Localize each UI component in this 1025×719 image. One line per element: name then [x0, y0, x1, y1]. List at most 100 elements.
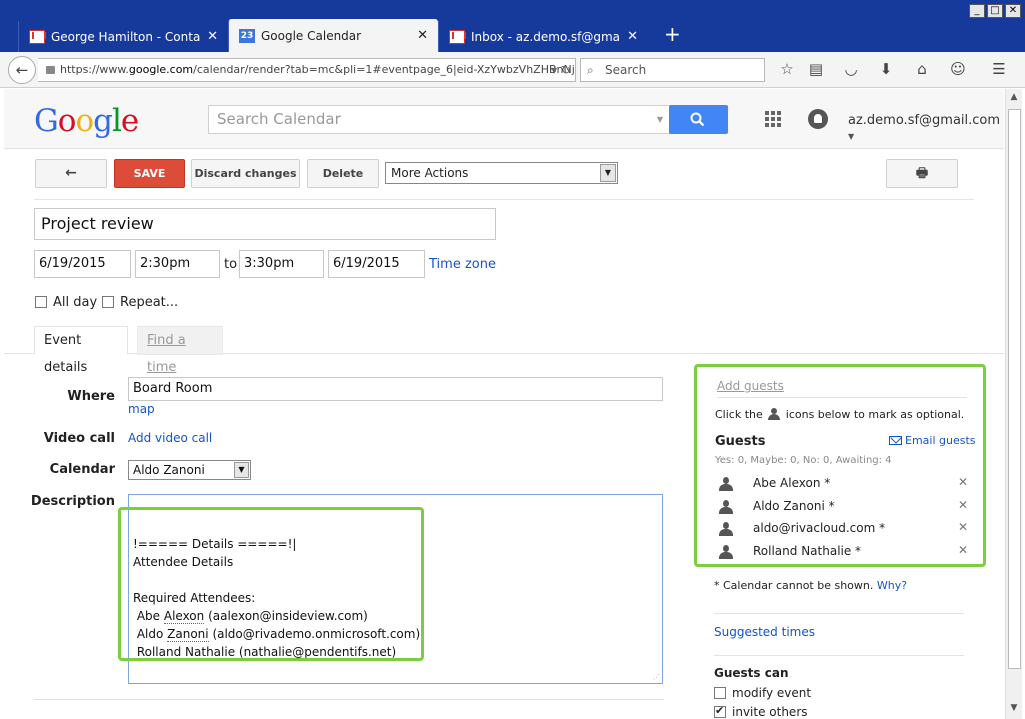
browser-tab-calendar[interactable]: 23 Google Calendar ✕	[228, 19, 438, 52]
start-time-input[interactable]: 2:30pm	[135, 250, 220, 278]
to-label: to	[224, 257, 238, 272]
tab-event-details[interactable]: Event details	[34, 326, 128, 375]
envelope-icon	[889, 436, 902, 445]
search-calendar-input[interactable]: Search Calendar ▼	[208, 105, 670, 134]
guest-row: Aldo Zanoni * ✕	[715, 497, 970, 517]
maximize-button[interactable]: □	[987, 4, 1003, 18]
search-button[interactable]	[669, 105, 728, 134]
map-link[interactable]: map	[128, 402, 155, 416]
close-tab-icon[interactable]: ✕	[417, 28, 428, 43]
invite-others-label: invite others	[732, 705, 808, 719]
calendar-note-text: * Calendar cannot be shown.	[714, 579, 874, 592]
person-icon[interactable]	[719, 522, 733, 536]
remove-guest-icon[interactable]: ✕	[958, 543, 968, 557]
guests-title: Guests	[715, 434, 766, 449]
where-input[interactable]: Board Room	[128, 377, 663, 401]
end-date-input[interactable]: 6/19/2015	[328, 250, 425, 278]
print-button[interactable]: 🖶	[886, 159, 958, 188]
email-guests-label: Email guests	[905, 434, 976, 447]
browser-tab-inbox[interactable]: Inbox - az.demo.sf@gmail.co... ✕	[438, 21, 648, 52]
repeat-label: Repeat...	[120, 295, 179, 310]
lock-icon	[46, 66, 55, 74]
where-label: Where	[67, 389, 115, 404]
delete-button[interactable]: Delete	[307, 159, 379, 188]
scroll-down-icon[interactable]: ▼	[1006, 700, 1022, 716]
checkbox-icon	[102, 296, 114, 308]
rsvp-stats: Yes: 0, Maybe: 0, No: 0, Awaiting: 4	[715, 455, 892, 466]
search-icon	[690, 112, 705, 127]
optional-hint-prefix: Click the	[715, 408, 763, 421]
account-menu[interactable]: az.demo.sf@gmail.com ▼	[848, 113, 1004, 143]
save-button[interactable]: SAVE	[114, 159, 185, 188]
person-icon[interactable]	[719, 545, 733, 559]
remove-guest-icon[interactable]: ✕	[958, 475, 968, 489]
browser-search-input[interactable]: ⌕ Search	[580, 58, 765, 82]
all-day-label: All day	[53, 295, 98, 310]
search-calendar-placeholder: Search Calendar	[217, 110, 341, 128]
browser-tab-contact[interactable]: George Hamilton - Contact M... ✕	[18, 21, 228, 52]
notifications-icon[interactable]	[808, 109, 828, 129]
person-icon[interactable]	[719, 500, 733, 514]
reading-list-icon[interactable]: ▤	[806, 60, 826, 78]
logo-letter: G	[34, 103, 59, 139]
end-time-input[interactable]: 3:30pm	[239, 250, 324, 278]
close-tab-icon[interactable]: ✕	[627, 29, 638, 44]
scrollbar-thumb[interactable]	[1008, 109, 1021, 669]
home-icon[interactable]: ⌂	[912, 60, 932, 78]
discard-changes-button[interactable]: Discard changes	[191, 159, 300, 188]
divider	[714, 655, 964, 656]
printer-icon: 🖶	[915, 166, 929, 181]
browser-back-button[interactable]: ←	[8, 56, 36, 84]
event-tabs: Event details Find a time	[4, 326, 1004, 375]
remove-guest-icon[interactable]: ✕	[958, 520, 968, 534]
page-scrollbar[interactable]: ▲ ▼	[1005, 89, 1022, 719]
email-guests-link[interactable]: Email guests	[889, 434, 976, 447]
browser-search-placeholder: Search	[605, 63, 647, 77]
chevron-down-icon[interactable]: ▼	[657, 106, 663, 133]
apps-grid-icon[interactable]	[765, 111, 781, 127]
why-link[interactable]: Why?	[877, 579, 907, 592]
tab-label: George Hamilton - Contact M...	[51, 29, 201, 44]
event-title-input[interactable]: Project review	[34, 208, 496, 240]
repeat-checkbox[interactable]: Repeat...	[102, 295, 178, 310]
modify-event-checkbox[interactable]: modify event	[714, 686, 811, 700]
tab-label: Google Calendar	[261, 28, 362, 43]
person-icon[interactable]	[719, 477, 733, 491]
checkbox-checked-icon	[714, 704, 726, 718]
resize-grip-icon[interactable]: ⋰	[653, 673, 660, 681]
guest-name: Rolland Nathalie *	[753, 544, 862, 558]
tab-find-a-time[interactable]: Find a time	[137, 326, 223, 375]
guest-row: aldo@rivacloud.com * ✕	[715, 519, 970, 539]
calendar-note: * Calendar cannot be shown. Why?	[714, 579, 907, 592]
pocket-icon[interactable]: ◡	[841, 60, 861, 78]
suggested-times-link[interactable]: Suggested times	[714, 625, 815, 639]
bookmark-star-icon[interactable]: ☆	[777, 60, 797, 78]
search-icon: ⌕	[587, 63, 594, 77]
remove-guest-icon[interactable]: ✕	[958, 498, 968, 512]
back-to-calendar-button[interactable]: ←	[35, 159, 107, 188]
scroll-up-icon[interactable]: ▲	[1006, 89, 1022, 105]
menu-icon[interactable]: ☰	[989, 60, 1009, 78]
more-actions-select[interactable]: More Actions ▼	[385, 162, 618, 184]
divider	[714, 613, 964, 614]
calendar-select[interactable]: Aldo Zanoni ▼	[128, 460, 251, 480]
time-zone-link[interactable]: Time zone	[429, 257, 496, 272]
browser-tabs: George Hamilton - Contact M... ✕ 23 Goog…	[18, 19, 681, 52]
all-day-checkbox[interactable]: All day	[35, 295, 97, 310]
url-bar[interactable]: https://www.google.com/calendar/render?t…	[38, 58, 576, 82]
browser-titlebar: _ □ ✕ George Hamilton - Contact M... ✕ 2…	[0, 0, 1025, 52]
google-logo[interactable]: Google	[34, 103, 139, 139]
minimize-button[interactable]: _	[969, 4, 985, 18]
logo-letter: o	[75, 103, 94, 139]
start-date-input[interactable]: 6/19/2015	[34, 250, 131, 278]
close-tab-icon[interactable]: ✕	[207, 29, 218, 44]
close-window-button[interactable]: ✕	[1005, 4, 1021, 18]
invite-others-checkbox[interactable]: invite others	[714, 704, 808, 719]
reload-icon[interactable]: ▾ ↻	[551, 59, 571, 81]
guest-name: aldo@rivacloud.com *	[753, 521, 886, 535]
add-guests-link[interactable]: Add guests	[717, 379, 784, 393]
download-icon[interactable]: ⬇	[876, 60, 896, 78]
new-tab-button[interactable]: +	[664, 19, 681, 52]
add-video-call-link[interactable]: Add video call	[128, 431, 212, 445]
chat-icon[interactable]: ☺	[948, 60, 968, 78]
